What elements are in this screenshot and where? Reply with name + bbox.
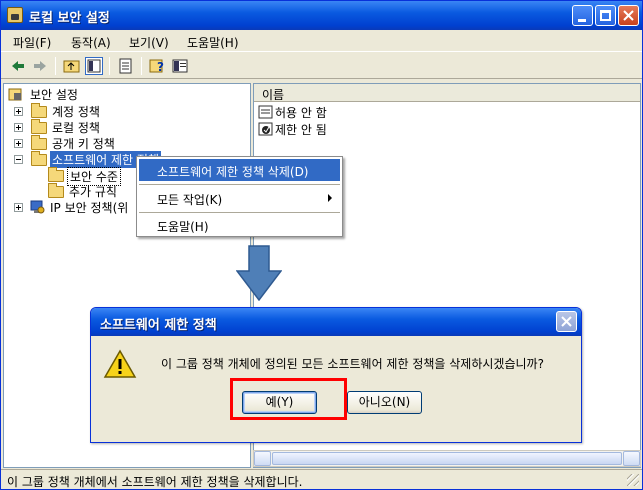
expand-icon[interactable]: [14, 107, 23, 116]
confirm-dialog: 소프트웨어 제한 정책 이 그룹 정책 개체에 정의된 모든 소프트웨어 제한 …: [90, 307, 582, 443]
list-item[interactable]: 제한 안 됨: [258, 121, 458, 137]
tree-item-public-key-policy[interactable]: 공개 키 정책: [14, 135, 214, 151]
column-header-name[interactable]: 이름: [254, 84, 640, 102]
folder-icon: [31, 135, 47, 150]
resize-grip-icon[interactable]: [627, 474, 639, 486]
tree-root[interactable]: 보안 설정: [8, 86, 208, 102]
scroll-left-button[interactable]: [254, 451, 271, 466]
folder-icon: [48, 167, 64, 182]
list-item-label: 제한 안 됨: [275, 123, 327, 137]
folder-icon: [31, 119, 47, 134]
down-arrow-icon: [236, 245, 282, 301]
menu-separator: [139, 212, 340, 213]
expand-icon[interactable]: [14, 123, 23, 132]
tree-item-label: 추가 규칙: [69, 185, 117, 199]
maximize-button[interactable]: [595, 5, 616, 26]
expand-icon[interactable]: [14, 139, 23, 148]
menu-help[interactable]: 도움말(H): [187, 34, 239, 51]
list-item[interactable]: 허용 안 함: [258, 104, 458, 120]
close-icon: [623, 10, 634, 21]
menu-item-help[interactable]: 도움말(H): [139, 214, 340, 236]
menu-file[interactable]: 파일(F): [13, 34, 51, 51]
dialog-title: 소프트웨어 제한 정책: [100, 318, 217, 333]
svg-text:?: ?: [157, 60, 164, 74]
menu-separator: [139, 184, 340, 185]
close-button[interactable]: [618, 5, 639, 26]
warning-icon: [103, 349, 137, 378]
security-settings-icon: [8, 88, 22, 101]
tree-root-label: 보안 설정: [30, 88, 78, 102]
forward-arrow-icon[interactable]: [31, 57, 49, 75]
tree-item-label: 계정 정책: [52, 105, 100, 119]
open-folder-icon: [31, 151, 47, 166]
submenu-arrow-icon: [328, 194, 332, 202]
security-settings-icon: [7, 7, 23, 23]
menu-item-label: 도움말(H): [157, 220, 209, 234]
scroll-thumb[interactable]: [272, 452, 622, 465]
dialog-message: 이 그룹 정책 개체에 정의된 모든 소프트웨어 제한 정책을 삭제하시겠습니까…: [161, 357, 544, 371]
menu-action[interactable]: 동작(A): [71, 34, 111, 51]
up-folder-icon[interactable]: [63, 57, 81, 75]
dialog-close-button[interactable]: [556, 311, 577, 332]
menu-item-delete-policy[interactable]: 소프트웨어 제한 정책 삭제(D): [139, 159, 340, 181]
ip-security-icon: [30, 200, 45, 214]
tree-item-label: 로컬 정책: [52, 121, 100, 135]
window-title: 로컬 보안 설정: [29, 11, 110, 26]
scroll-right-button[interactable]: [623, 451, 640, 466]
collapse-icon[interactable]: [14, 155, 23, 164]
menu-item-label: 소프트웨어 제한 정책 삭제(D): [157, 165, 309, 179]
menu-item-label: 모든 작업(K): [157, 193, 223, 207]
tree-item-label: IP 보안 정책(위: [50, 201, 129, 215]
status-text: 이 그룹 정책 개체에서 소프트웨어 제한 정책을 삭제합니다.: [7, 475, 303, 489]
expand-icon[interactable]: [14, 203, 23, 212]
column-header-label: 이름: [262, 88, 285, 102]
toolbar: ?: [1, 53, 642, 79]
policy-level-check-icon: [258, 122, 273, 136]
tree-item-label: 공개 키 정책: [52, 137, 115, 151]
status-bar: 이 그룹 정책 개체에서 소프트웨어 제한 정책을 삭제합니다.: [1, 469, 642, 489]
policy-level-icon: [258, 105, 273, 119]
back-arrow-icon[interactable]: [9, 57, 27, 75]
close-icon: [561, 316, 572, 327]
toolbar-separator: [109, 57, 110, 75]
no-button[interactable]: 아니오(N): [347, 391, 422, 414]
menu-view[interactable]: 보기(V): [129, 34, 169, 51]
local-security-settings-window: 로컬 보안 설정 파일(F) 동작(A) 보기(V) 도움말(H) ? 보안 설…: [0, 0, 643, 490]
menu-bar: 파일(F) 동작(A) 보기(V) 도움말(H): [1, 30, 642, 52]
toolbar-separator: [141, 57, 142, 75]
list-item-label: 허용 안 함: [275, 106, 327, 120]
dialog-title-bar[interactable]: 소프트웨어 제한 정책: [91, 308, 581, 336]
tree-item-local-policy[interactable]: 로컬 정책: [14, 119, 214, 135]
folder-icon: [48, 183, 64, 198]
highlight-box: [230, 378, 347, 420]
export-list-icon[interactable]: [117, 57, 135, 75]
folder-icon: [31, 103, 47, 118]
help-icon[interactable]: ?: [149, 57, 167, 75]
horizontal-scrollbar[interactable]: [253, 450, 641, 467]
show-hide-tree-icon[interactable]: [85, 57, 103, 75]
menu-item-all-tasks[interactable]: 모든 작업(K): [139, 187, 340, 209]
toolbar-separator: [55, 57, 56, 75]
title-bar[interactable]: 로컬 보안 설정: [1, 1, 642, 30]
context-menu: 소프트웨어 제한 정책 삭제(D) 모든 작업(K) 도움말(H): [136, 156, 343, 237]
minimize-button[interactable]: [572, 5, 593, 26]
properties-icon[interactable]: [171, 57, 189, 75]
tree-item-account-policy[interactable]: 계정 정책: [14, 103, 214, 119]
